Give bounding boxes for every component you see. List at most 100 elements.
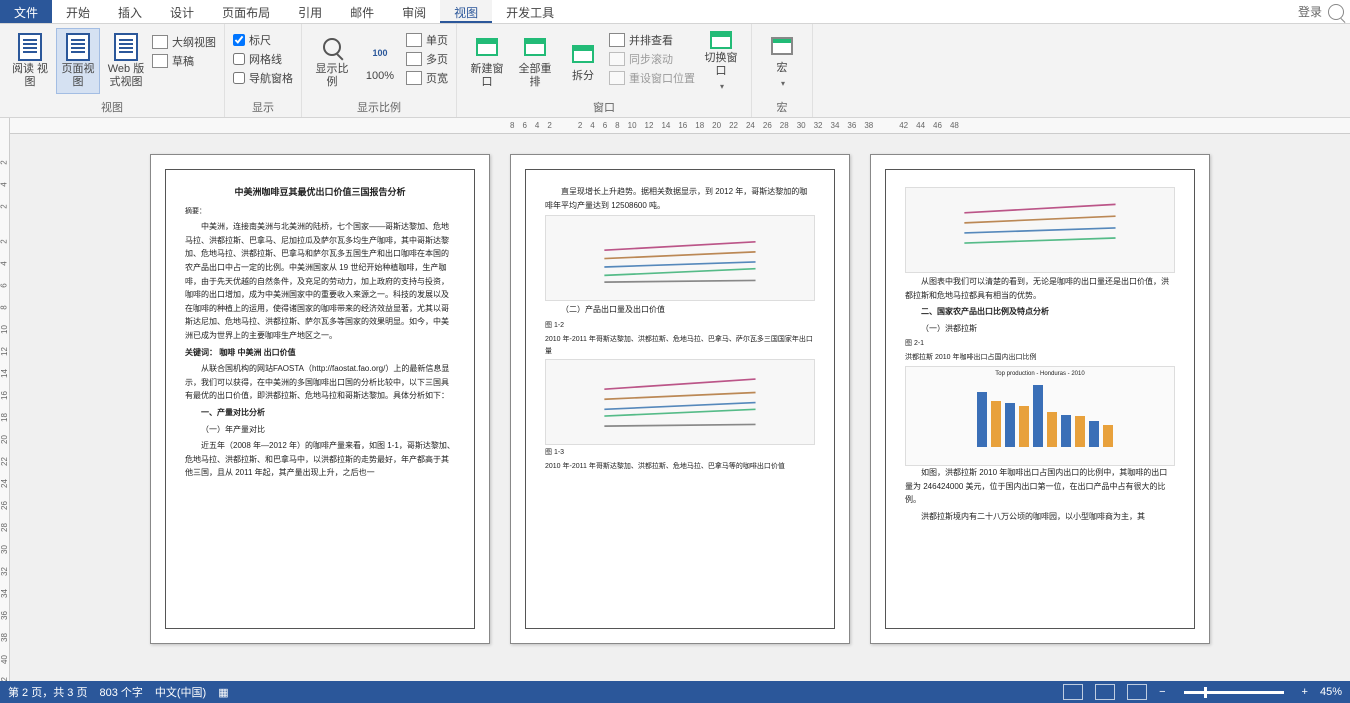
status-macro-icon[interactable]: ▦ (218, 686, 228, 699)
group-label-macro: 宏 (760, 97, 804, 117)
zoom-icon (323, 38, 341, 56)
btn-macros[interactable]: 宏▾ (760, 28, 804, 94)
web-view-icon (114, 33, 138, 61)
btn-read-view[interactable]: 阅读 视图 (8, 28, 52, 94)
view-mode-print-icon[interactable] (1095, 684, 1115, 700)
macro-icon (771, 37, 793, 55)
btn-arrange-all[interactable]: 全部重排 (513, 28, 557, 94)
group-label-views: 视图 (8, 97, 216, 117)
group-label-zoom: 显示比例 (310, 97, 448, 117)
btn-zoom[interactable]: 显示比例 (310, 28, 354, 94)
tab-home[interactable]: 开始 (52, 0, 104, 23)
figure-desc: 2010 年-2011 年哥斯达黎加、洪都拉斯、危地马拉、巴拿马、萨尔瓦多三国国… (545, 334, 815, 358)
one-page-icon (406, 33, 422, 47)
horizontal-ruler[interactable]: 8642246810121416182022242628303234363842… (10, 118, 1350, 134)
draft-icon (152, 54, 168, 68)
hundred-percent-icon: 100 (372, 47, 387, 60)
chk-nav-pane[interactable]: 导航窗格 (233, 70, 293, 86)
btn-side-by-side[interactable]: 并排查看 (609, 32, 695, 48)
page-view-icon (66, 33, 90, 61)
tab-devtools[interactable]: 开发工具 (492, 0, 568, 23)
body-text: 直呈现增长上升趋势。据相关数据显示，到 2012 年，哥斯达黎加的咖啡年平均产量… (545, 185, 815, 212)
login-link[interactable]: 登录 (1298, 3, 1322, 20)
status-language[interactable]: 中文(中国) (155, 684, 206, 700)
figure-desc: 2010 年-2011 年哥斯达黎加、洪都拉斯、危地马拉、巴拿马等的咖啡出口价值 (545, 461, 815, 473)
body-text: 如图，洪都拉斯 2010 年咖啡出口占国内出口的比例中，其咖啡的出口量为 246… (905, 466, 1175, 507)
zoom-out[interactable]: − (1159, 686, 1165, 698)
zoom-in[interactable]: + (1302, 686, 1308, 698)
chk-ruler[interactable]: 标尺 (233, 32, 293, 48)
page-title: 中美洲咖啡豆其最优出口价值三国报告分析 (185, 185, 455, 200)
chevron-down-icon: ▾ (720, 80, 724, 93)
sync-scroll-icon (609, 52, 625, 66)
menu-tabs: 文件 开始 插入 设计 页面布局 引用 邮件 审阅 视图 开发工具 登录 (0, 0, 1350, 24)
arrange-icon (524, 38, 546, 56)
outline-icon (152, 35, 168, 49)
document-canvas: 2422468101214161820222426283032343638404… (0, 118, 1350, 681)
new-window-icon (476, 38, 498, 56)
section-heading: 二、国家农产品出口比例及特点分析 (905, 305, 1175, 319)
doc-page-1[interactable]: 中美洲咖啡豆其最优出口价值三国报告分析 摘要： 中美洲，连接南美洲与北美洲的陆桥… (150, 154, 490, 644)
group-label-window: 窗口 (465, 97, 743, 117)
abstract-label: 摘要： (185, 206, 455, 218)
btn-new-window[interactable]: 新建窗口 (465, 28, 509, 94)
pages-container[interactable]: 中美洲咖啡豆其最优出口价值三国报告分析 摘要： 中美洲，连接南美洲与北美洲的陆桥… (10, 134, 1350, 681)
btn-one-page[interactable]: 单页 (406, 32, 448, 48)
btn-reset-pos[interactable]: 重设窗口位置 (609, 70, 695, 86)
keywords: 关键词： 咖啡 中美洲 出口价值 (185, 346, 455, 360)
chart-fig-1-2 (545, 215, 815, 301)
subsection-heading: （一）洪都拉斯 (905, 322, 1175, 336)
tab-file[interactable]: 文件 (0, 0, 52, 23)
btn-sync-scroll[interactable]: 同步滚动 (609, 51, 695, 67)
figure-caption: 图 2-1 (905, 338, 1175, 350)
btn-page-width[interactable]: 页宽 (406, 70, 448, 86)
zoom-level[interactable]: 45% (1320, 686, 1342, 698)
reset-pos-icon (609, 71, 625, 85)
body-text: 洪都拉斯境内有二十八万公顷的咖啡园，以小型咖啡商为主，其 (905, 510, 1175, 524)
tab-references[interactable]: 引用 (284, 0, 336, 23)
read-view-icon (18, 33, 42, 61)
btn-page-view[interactable]: 页面视图 (56, 28, 100, 94)
subsection-heading: （一）年产量对比 (185, 423, 455, 437)
doc-page-3[interactable]: 从图表中我们可以清楚的看到，无论是咖啡的出口量还是出口价值，洪都拉斯和危地马拉都… (870, 154, 1210, 644)
tab-insert[interactable]: 插入 (104, 0, 156, 23)
chk-gridlines[interactable]: 网格线 (233, 51, 293, 67)
tab-mail[interactable]: 邮件 (336, 0, 388, 23)
btn-multi-page[interactable]: 多页 (406, 51, 448, 67)
btn-100pct[interactable]: 100100% (358, 28, 402, 94)
section-heading: 一、产量对比分析 (185, 406, 455, 420)
btn-web-view[interactable]: Web 版式视图 (104, 28, 148, 94)
group-label-show: 显示 (233, 97, 293, 117)
tab-view[interactable]: 视图 (440, 0, 492, 23)
tab-layout[interactable]: 页面布局 (208, 0, 284, 23)
btn-draft[interactable]: 草稿 (152, 53, 216, 69)
status-wordcount[interactable]: 803 个字 (99, 684, 142, 700)
chart-bar-honduras: Top production - Honduras - 2010 (905, 366, 1175, 466)
btn-switch-window[interactable]: 切换窗口▾ (699, 28, 743, 94)
page-width-icon (406, 71, 422, 85)
tab-review[interactable]: 审阅 (388, 0, 440, 23)
status-page[interactable]: 第 2 页，共 3 页 (8, 684, 87, 700)
vertical-ruler[interactable]: 2422468101214161820222426283032343638404… (0, 118, 10, 681)
chart-fig-1-3 (545, 359, 815, 445)
body-text: 中美洲，连接南美洲与北美洲的陆桥，七个国家——哥斯达黎加、危地马拉、洪都拉斯、巴… (185, 220, 455, 342)
body-text: 从图表中我们可以清楚的看到，无论是咖啡的出口量还是出口价值，洪都拉斯和危地马拉都… (905, 275, 1175, 302)
view-mode-read-icon[interactable] (1063, 684, 1083, 700)
btn-outline[interactable]: 大纲视图 (152, 34, 216, 50)
doc-page-2[interactable]: 直呈现增长上升趋势。据相关数据显示，到 2012 年，哥斯达黎加的咖啡年平均产量… (510, 154, 850, 644)
figure-desc: 洪都拉斯 2010 年咖啡出口占国内出口比例 (905, 352, 1175, 364)
search-icon[interactable] (1328, 4, 1344, 20)
chevron-down-icon: ▾ (781, 77, 785, 90)
tab-design[interactable]: 设计 (156, 0, 208, 23)
body-text: 从联合国机构的网站FAOSTA（http://faostat.fao.org/）… (185, 362, 455, 403)
btn-split[interactable]: 拆分 (561, 28, 605, 94)
split-icon (572, 45, 594, 63)
figure-caption: 图 1-3 (545, 447, 815, 459)
body-text: 近五年（2008 年—2012 年）的咖啡产量来看，如图 1-1，哥斯达黎加、危… (185, 439, 455, 480)
zoom-slider[interactable] (1184, 691, 1284, 694)
view-mode-web-icon[interactable] (1127, 684, 1147, 700)
multi-page-icon (406, 52, 422, 66)
switch-window-icon (710, 31, 732, 49)
figure-caption: 图 1-2 (545, 320, 815, 332)
chart-top (905, 187, 1175, 273)
